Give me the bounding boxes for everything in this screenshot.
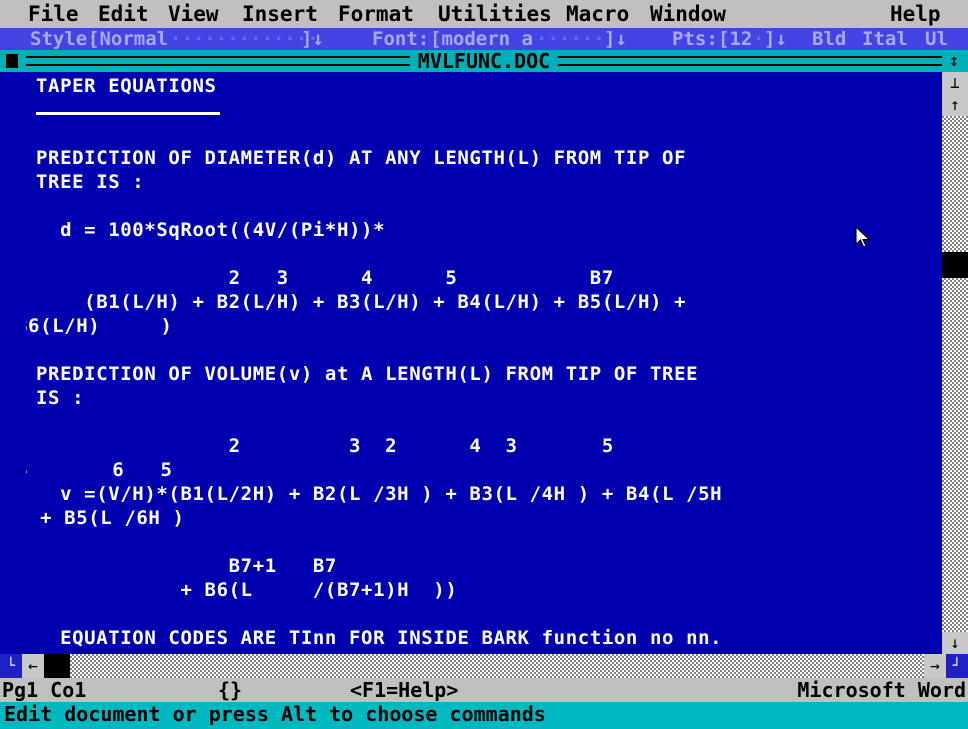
scroll-down-arrow-icon[interactable]: ↓ xyxy=(942,632,968,654)
scrollbar-corner-left-icon: └ xyxy=(0,654,22,678)
menu-item-file[interactable]: File xyxy=(28,0,79,28)
application-name: Microsoft Word xyxy=(797,678,966,702)
style-value[interactable]: [Normal xyxy=(88,28,168,50)
window-control-box[interactable] xyxy=(6,54,18,68)
doc-line: (B1(L/H) + B2(L/H) + B3(L/H) + B4(L/H) +… xyxy=(36,291,687,313)
menu-item-macro[interactable]: Macro xyxy=(566,0,629,28)
document-filename: MVLFUNC.DOC xyxy=(409,50,559,72)
word-for-dos-window: File Edit View Insert Format Utilities M… xyxy=(0,0,968,729)
menu-bar: File Edit View Insert Format Utilities M… xyxy=(0,0,968,28)
selection-bar[interactable] xyxy=(0,72,26,654)
doc-line: v =(V/H)*(B1(L/2H) + B2(L /3H ) + B3(L /… xyxy=(36,483,723,505)
font-value[interactable]: [modern a xyxy=(430,28,533,50)
message-line: Edit document or press Alt to choose com… xyxy=(0,702,968,729)
horizontal-scrollbar[interactable]: └ ← → ┘ xyxy=(0,654,968,678)
style-dots: ············· xyxy=(170,28,319,50)
style-indicator: {} xyxy=(218,678,243,702)
doc-line: d = 100*SqRoot((4V/(Pi*H))* xyxy=(36,219,386,241)
scrollbar-corner-right-icon: ┘ xyxy=(946,654,968,678)
font-dots: ······ xyxy=(536,28,605,50)
font-dropdown-arrow[interactable]: ]↓ xyxy=(604,28,627,50)
doc-line: 4 6 5 xyxy=(26,459,173,481)
maximize-restore-icon[interactable]: ↕ xyxy=(944,51,964,71)
doc-line: 2 3 4 5 B7 xyxy=(36,267,614,289)
doc-line: B6(L/H) ) xyxy=(26,315,173,337)
status-bar: Pg1 Co1 {} <F1=Help> Microsoft Word xyxy=(0,678,968,702)
vertical-scrollbar[interactable]: ⊥ ↑ ↓ xyxy=(942,72,968,654)
style-dropdown-arrow[interactable]: ]↓ xyxy=(301,28,324,50)
doc-line: EQUATION CODES ARE TInn FOR INSIDE BARK … xyxy=(36,627,723,649)
font-label: Font: xyxy=(372,28,430,50)
doc-line: PREDICTION OF DIAMETER(d) AT ANY LENGTH(… xyxy=(36,147,687,169)
menu-item-insert[interactable]: Insert xyxy=(242,0,318,28)
doc-line: ) + B5(L /6H ) xyxy=(26,507,185,529)
doc-line: 2 3 2 4 3 5 xyxy=(36,435,614,457)
menu-item-format[interactable]: Format xyxy=(338,0,414,28)
help-hint[interactable]: <F1=Help> xyxy=(350,678,458,702)
doc-line: IS : xyxy=(36,387,85,409)
doc-line: B7+1 B7 xyxy=(36,555,337,577)
vertical-scrollbar-thumb[interactable] xyxy=(942,252,968,278)
horizontal-scrollbar-thumb[interactable] xyxy=(44,654,70,678)
points-dropdown-arrow[interactable]: ]↓ xyxy=(764,28,787,50)
menu-item-view[interactable]: View xyxy=(168,0,219,28)
scroll-right-arrow-icon[interactable]: → xyxy=(924,654,946,678)
points-dots: · xyxy=(753,28,765,50)
italic-toggle[interactable]: Ital xyxy=(862,28,908,50)
doc-line: PREDICTION OF VOLUME(v) at A LENGTH(L) F… xyxy=(36,363,699,385)
menu-item-utilities[interactable]: Utilities xyxy=(438,0,552,28)
format-ribbon: Style: [Normal ············· ]↓ Font: [m… xyxy=(0,28,968,50)
doc-line: TREE IS : xyxy=(36,171,145,193)
doc-line: TAPER EQUATIONS xyxy=(36,75,217,97)
points-label: Pts: xyxy=(672,28,718,50)
scroll-left-arrow-icon[interactable]: ← xyxy=(22,654,44,678)
underline-toggle[interactable]: Ul xyxy=(925,28,948,50)
menu-item-edit[interactable]: Edit xyxy=(98,0,149,28)
bold-toggle[interactable]: Bld xyxy=(812,28,846,50)
heading-underline xyxy=(36,112,220,115)
points-value[interactable]: [12 xyxy=(718,28,752,50)
scroll-top-mark-icon[interactable]: ⊥ xyxy=(942,72,968,94)
document-text-area[interactable]: TAPER EQUATIONS PREDICTION OF DIAMETER(d… xyxy=(26,72,942,654)
menu-item-window[interactable]: Window xyxy=(650,0,726,28)
page-column-indicator: Pg1 Co1 xyxy=(2,678,87,702)
doc-line: + B6(L /(B7+1)H )) xyxy=(36,579,458,601)
document-title-bar[interactable]: MVLFUNC.DOC ↕ xyxy=(0,50,968,72)
scroll-up-arrow-icon[interactable]: ↑ xyxy=(942,94,968,116)
menu-item-help[interactable]: Help xyxy=(890,0,941,28)
